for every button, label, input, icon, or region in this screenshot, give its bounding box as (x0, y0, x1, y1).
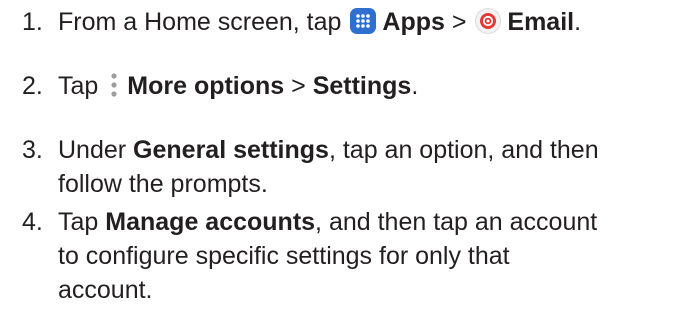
step-number: 1. (22, 8, 43, 36)
settings-label: Settings (312, 72, 412, 100)
more-options-label: More options (127, 72, 285, 100)
manage-accounts-label: Manage accounts (105, 208, 316, 236)
step-line: account. (58, 276, 153, 304)
more-options-icon (109, 71, 119, 99)
email-label: Email (507, 8, 575, 36)
step-number: 2. (22, 72, 43, 100)
step-text: Tap More options > Settings. (58, 69, 418, 103)
general-settings-label: General settings (133, 136, 329, 164)
step-number: 3. (22, 136, 43, 164)
step-line: follow the prompts. (58, 170, 268, 198)
step-line: to configure specific settings for only … (58, 242, 510, 270)
step-text: Under General settings, tap an option, a… (58, 133, 599, 201)
apps-icon (350, 8, 377, 35)
step-line: Tap Manage accounts, and then tap an acc… (58, 208, 598, 236)
step-line: Tap More options > Settings. (58, 71, 419, 100)
email-icon (475, 8, 502, 35)
apps-label: Apps (382, 8, 445, 36)
step-number: 4. (22, 208, 43, 236)
step-text: From a Home screen, tap Apps > Email. (58, 5, 581, 39)
step-line: Under General settings, tap an option, a… (58, 136, 599, 164)
step-line: From a Home screen, tap Apps > Email. (58, 8, 582, 36)
step-text: Tap Manage accounts, and then tap an acc… (58, 205, 597, 307)
